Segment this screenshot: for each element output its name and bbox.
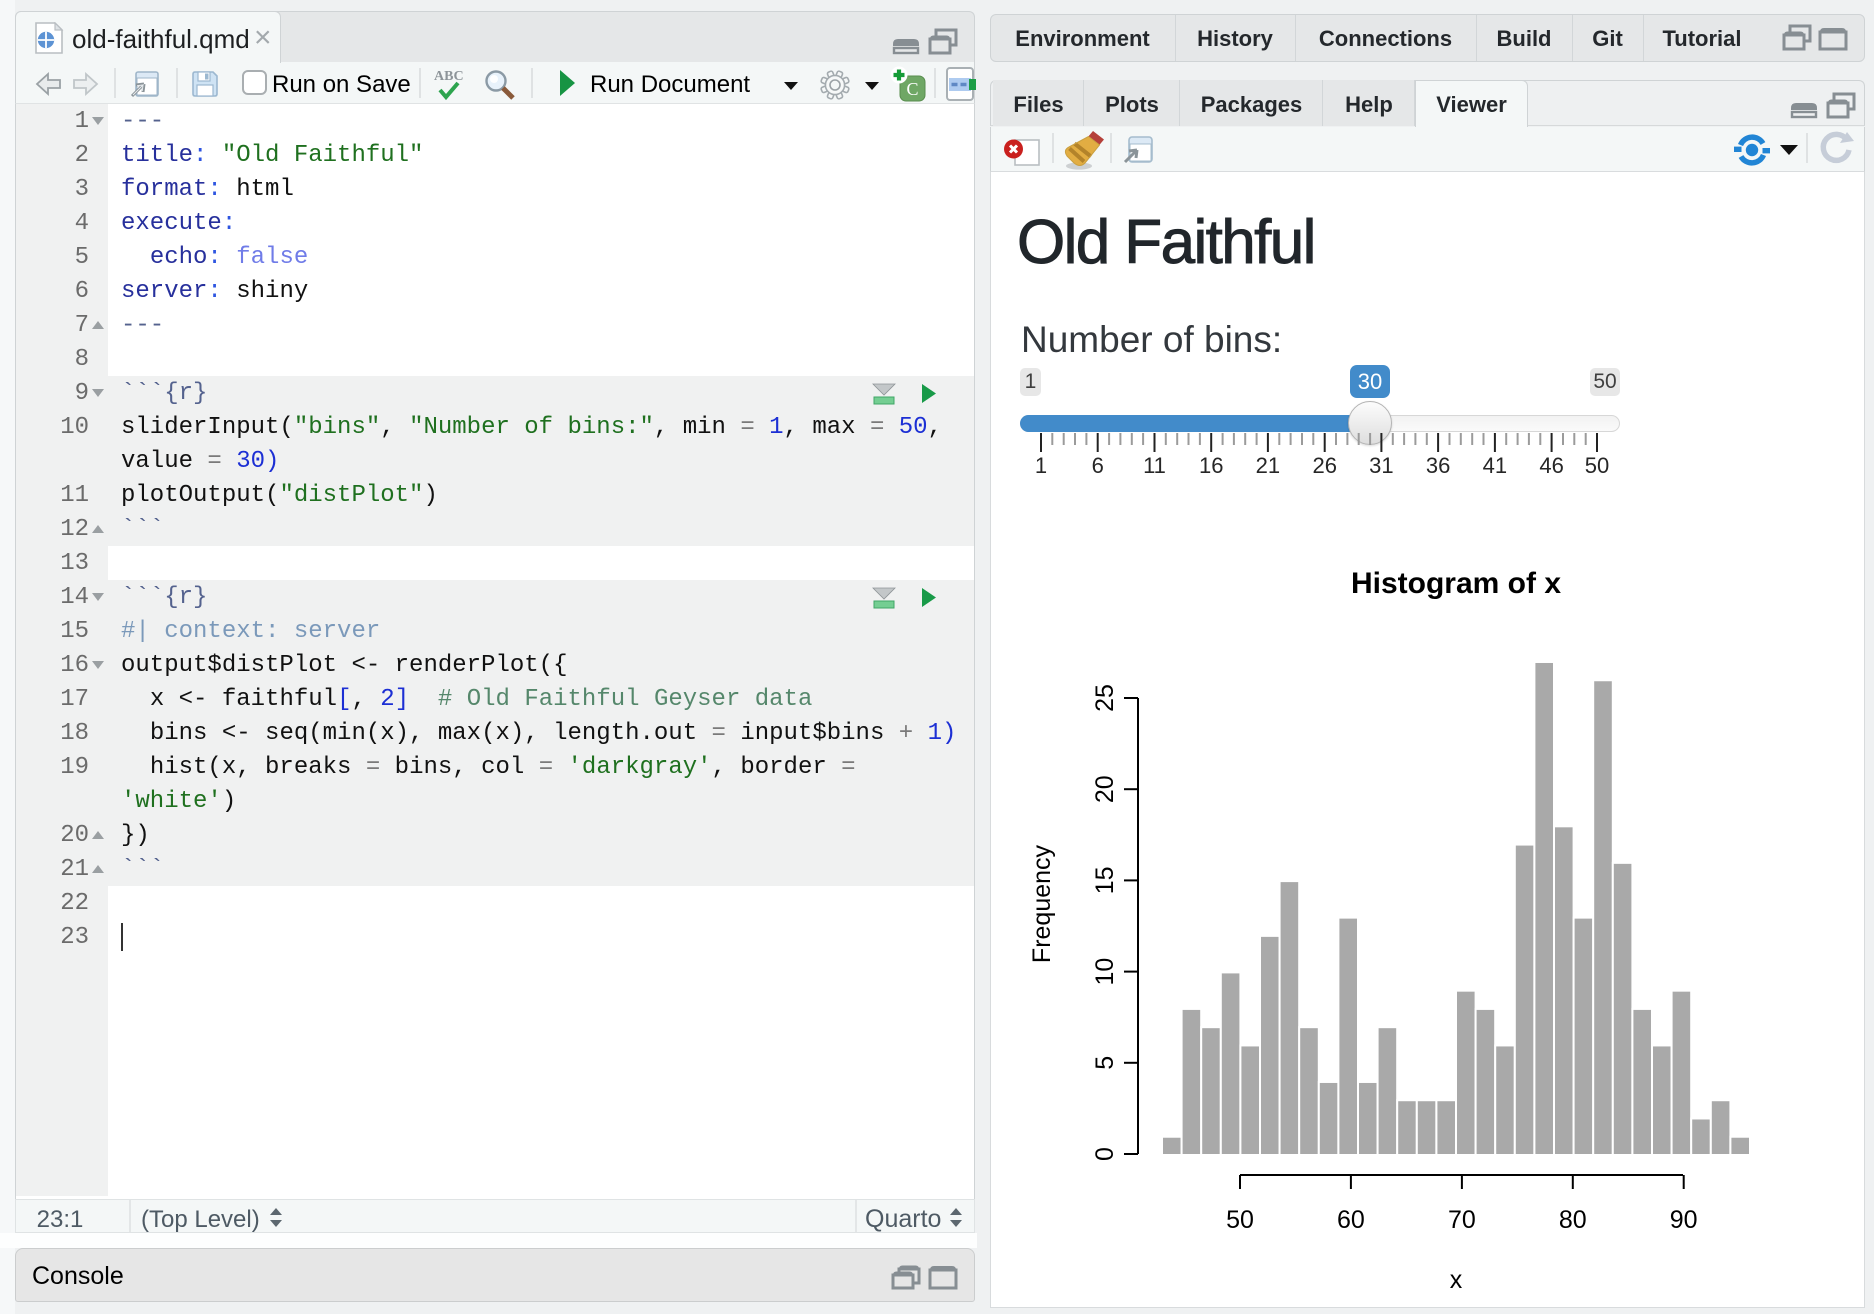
svg-text:x: x: [1450, 1266, 1463, 1294]
svg-text:ABC: ABC: [434, 69, 464, 84]
svg-text:21: 21: [1256, 453, 1280, 478]
svg-text:26: 26: [1312, 453, 1336, 478]
svg-text:C: C: [907, 79, 919, 99]
svg-text:Frequency: Frequency: [1028, 844, 1056, 963]
svg-text:50: 50: [1226, 1206, 1254, 1234]
svg-text:10: 10: [1091, 958, 1119, 986]
svg-text:20: 20: [1091, 775, 1119, 803]
svg-text:25: 25: [1091, 684, 1119, 712]
svg-text:6: 6: [1092, 453, 1104, 478]
svg-text:36: 36: [1426, 453, 1450, 478]
svg-text:70: 70: [1448, 1206, 1476, 1234]
svg-text:46: 46: [1539, 453, 1563, 478]
svg-text:5: 5: [1091, 1056, 1119, 1070]
svg-text:15: 15: [1091, 866, 1119, 894]
svg-text:0: 0: [1091, 1147, 1119, 1161]
svg-text:60: 60: [1337, 1206, 1365, 1234]
svg-text:16: 16: [1199, 453, 1223, 478]
svg-text:90: 90: [1670, 1206, 1698, 1234]
svg-text:11: 11: [1143, 453, 1166, 478]
svg-text:Histogram of x: Histogram of x: [1351, 567, 1561, 600]
svg-text:41: 41: [1483, 453, 1507, 478]
svg-text:1: 1: [1035, 453, 1047, 478]
svg-text:50: 50: [1585, 453, 1609, 478]
svg-text:80: 80: [1559, 1206, 1587, 1234]
svg-text:31: 31: [1369, 453, 1393, 478]
